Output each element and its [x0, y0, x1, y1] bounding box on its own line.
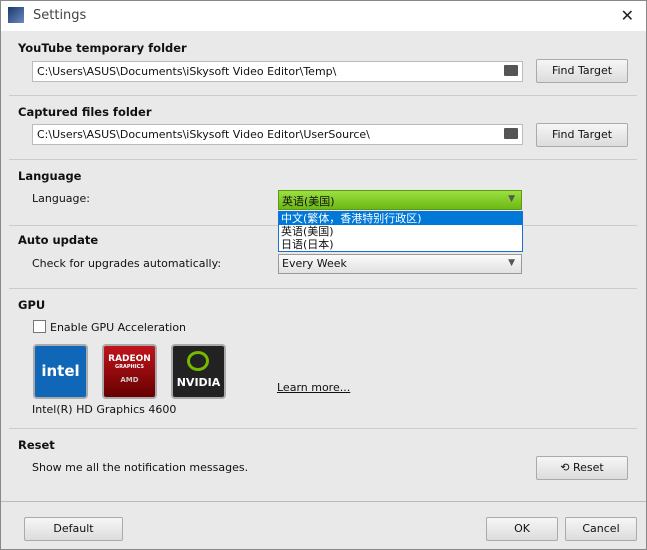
- refresh-icon: ⟲: [560, 461, 573, 474]
- cancel-button[interactable]: Cancel: [565, 517, 637, 541]
- intel-logo: intel: [33, 344, 88, 399]
- ok-button[interactable]: OK: [486, 517, 558, 541]
- language-selected: 英语(美国): [282, 195, 335, 208]
- chevron-down-icon: ▼: [508, 258, 515, 268]
- captured-heading: Captured files folder: [18, 105, 152, 119]
- gpu-device-label: Intel(R) HD Graphics 4600: [32, 403, 177, 416]
- default-button[interactable]: Default: [24, 517, 123, 541]
- amd-text: AMD: [120, 376, 139, 384]
- nvidia-logo: NVIDIA: [171, 344, 226, 399]
- language-select[interactable]: 英语(美国) ▼: [278, 190, 522, 210]
- nvidia-eye-icon: [187, 351, 209, 371]
- divider: [9, 288, 637, 289]
- autoupdate-selected: Every Week: [282, 257, 347, 270]
- folder-icon[interactable]: [504, 65, 518, 76]
- graphics-text: GRAPHICS: [115, 364, 144, 370]
- autoupdate-heading: Auto update: [18, 233, 99, 247]
- gpu-checkbox[interactable]: [33, 320, 46, 333]
- window-title: Settings: [33, 8, 87, 23]
- language-label: Language:: [32, 192, 90, 205]
- divider: [9, 428, 637, 429]
- settings-window: Settings ✕ YouTube temporary folder C:\U…: [0, 0, 647, 550]
- autoupdate-select[interactable]: Every Week ▼: [278, 254, 522, 274]
- captured-find-target-button[interactable]: Find Target: [536, 123, 628, 147]
- gpu-checkbox-label: Enable GPU Acceleration: [50, 321, 187, 334]
- youtube-find-target-button[interactable]: Find Target: [536, 59, 628, 83]
- gpu-heading: GPU: [18, 298, 46, 312]
- learn-more-link[interactable]: Learn more...: [277, 381, 350, 394]
- nvidia-text: NVIDIA: [176, 376, 221, 389]
- folder-icon[interactable]: [504, 128, 518, 139]
- youtube-path-text: C:\Users\ASUS\Documents\iSkysoft Video E…: [37, 65, 337, 78]
- autoupdate-label: Check for upgrades automatically:: [32, 257, 222, 270]
- reset-button-label: Reset: [572, 461, 604, 474]
- divider: [1, 501, 646, 502]
- youtube-path-input[interactable]: C:\Users\ASUS\Documents\iSkysoft Video E…: [32, 61, 523, 82]
- language-option[interactable]: 英语(美国): [279, 225, 522, 238]
- youtube-heading: YouTube temporary folder: [18, 41, 187, 55]
- amd-radeon-logo: RADEON GRAPHICS AMD: [102, 344, 157, 399]
- captured-path-text: C:\Users\ASUS\Documents\iSkysoft Video E…: [37, 128, 370, 141]
- language-dropdown-list: 中文(繁体，香港特别行政区) 英语(美国) 日语(日本): [278, 211, 523, 252]
- language-heading: Language: [18, 169, 82, 183]
- reset-heading: Reset: [18, 438, 55, 452]
- reset-button[interactable]: ⟲ Reset: [536, 456, 628, 480]
- divider: [9, 95, 637, 96]
- captured-path-input[interactable]: C:\Users\ASUS\Documents\iSkysoft Video E…: [32, 124, 523, 145]
- language-option[interactable]: 中文(繁体，香港特别行政区): [279, 212, 522, 225]
- reset-label: Show me all the notification messages.: [32, 461, 249, 474]
- divider: [9, 159, 637, 160]
- close-icon[interactable]: ✕: [621, 6, 634, 25]
- radeon-text: RADEON: [108, 354, 151, 364]
- language-option[interactable]: 日语(日本): [279, 238, 522, 251]
- app-icon: [8, 7, 24, 23]
- title-bar: Settings ✕: [1, 1, 646, 31]
- chevron-down-icon: ▼: [508, 194, 515, 204]
